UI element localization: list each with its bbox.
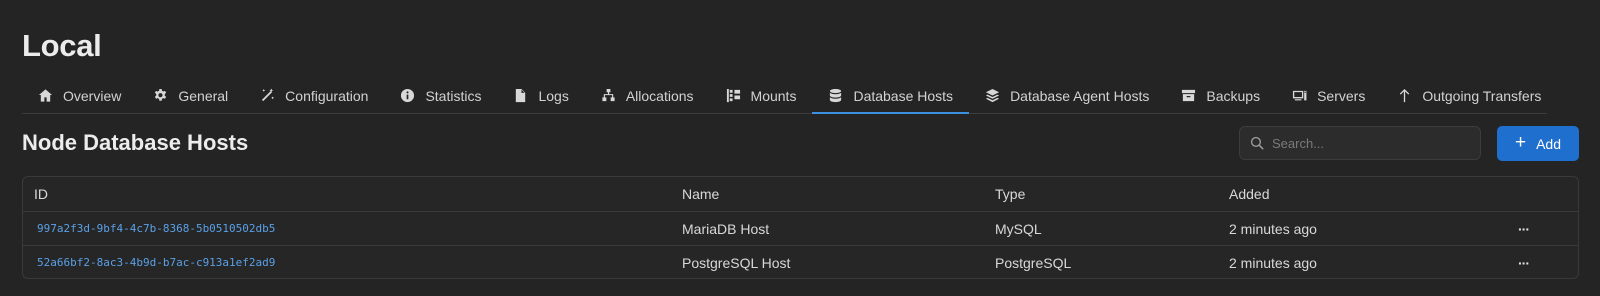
add-button-label: Add — [1536, 135, 1562, 152]
gear-icon — [155, 88, 167, 101]
tab-database-agent-hosts[interactable]: Database Agent Hosts — [969, 78, 1165, 113]
tab-bar: Overview General Configuration Statistic… — [22, 78, 1547, 114]
file-icon — [516, 88, 526, 103]
tab-logs[interactable]: Logs — [497, 78, 584, 113]
tab-database-hosts[interactable]: Database Hosts — [812, 78, 969, 114]
plus-icon: + — [1514, 132, 1527, 153]
host-added: 2 minutes ago — [1229, 254, 1317, 271]
home-icon — [38, 89, 53, 102]
search-box — [1239, 126, 1481, 160]
column-header-id[interactable]: ID — [34, 186, 48, 202]
servers-icon — [1293, 90, 1307, 101]
tab-servers[interactable]: Servers — [1276, 78, 1381, 113]
tab-label: Servers — [1317, 87, 1366, 104]
host-type: PostgreSQL — [995, 254, 1072, 271]
column-header-name[interactable]: Name — [682, 186, 719, 202]
arrow-up-icon — [1400, 88, 1410, 103]
tab-label: Allocations — [625, 87, 694, 104]
host-type: MySQL — [995, 220, 1042, 237]
tab-label: Overview — [63, 87, 122, 104]
add-button[interactable]: + Add — [1497, 126, 1579, 161]
archive-icon — [1182, 89, 1196, 102]
tab-label: General — [178, 87, 229, 104]
table-row[interactable]: 52a66bf2-8ac3-4b9d-b7ac-c913a1ef2ad9 Pos… — [23, 245, 1578, 278]
tab-label: Outgoing Transfers — [1422, 87, 1542, 104]
row-menu-button[interactable]: ··· — [1518, 221, 1530, 237]
tab-allocations[interactable]: Allocations — [585, 78, 710, 113]
tab-label: Database Hosts — [853, 87, 954, 104]
info-icon — [401, 88, 415, 103]
tab-configuration[interactable]: Configuration — [244, 78, 384, 113]
column-header-type[interactable]: Type — [995, 186, 1025, 202]
page: Local Overview General Configuration Sta… — [0, 0, 1600, 296]
table-row[interactable]: 997a2f3d-9bf4-4c7b-8368-5b0510502db5 Mar… — [23, 211, 1578, 245]
tab-outgoing-transfers[interactable]: Outgoing Transfers — [1381, 78, 1557, 113]
tab-label: Mounts — [750, 87, 797, 104]
host-name: PostgreSQL Host — [682, 254, 791, 271]
section-title: Node Database Hosts — [22, 130, 249, 155]
tab-label: Statistics — [425, 87, 482, 104]
table-header: ID Name Type Added — [23, 177, 1578, 211]
page-title: Local — [22, 28, 102, 63]
tab-label: Configuration — [285, 87, 369, 104]
search-input[interactable] — [1272, 135, 1470, 151]
tab-label: Database Agent Hosts — [1010, 87, 1150, 104]
column-header-added[interactable]: Added — [1229, 186, 1269, 202]
tab-statistics[interactable]: Statistics — [384, 78, 497, 113]
database-hosts-table: ID Name Type Added 997a2f3d-9bf4-4c7b-83… — [22, 176, 1579, 279]
tab-overview[interactable]: Overview — [22, 78, 137, 113]
tab-general[interactable]: General — [137, 78, 244, 113]
wand-icon — [262, 88, 275, 102]
tab-mounts[interactable]: Mounts — [710, 78, 813, 113]
network-icon — [602, 88, 615, 102]
host-id-link[interactable]: 52a66bf2-8ac3-4b9d-b7ac-c913a1ef2ad9 — [37, 256, 275, 269]
host-added: 2 minutes ago — [1229, 220, 1317, 237]
host-name: MariaDB Host — [682, 220, 770, 237]
database-icon — [830, 88, 842, 103]
tab-label: Logs — [538, 87, 569, 104]
mounts-icon — [726, 88, 740, 103]
search-icon — [1250, 136, 1264, 150]
tab-backups[interactable]: Backups — [1165, 78, 1276, 113]
tab-label: Backups — [1206, 87, 1261, 104]
layers-icon — [986, 88, 1000, 103]
row-menu-button[interactable]: ··· — [1518, 255, 1530, 271]
host-id-link[interactable]: 997a2f3d-9bf4-4c7b-8368-5b0510502db5 — [37, 222, 275, 235]
